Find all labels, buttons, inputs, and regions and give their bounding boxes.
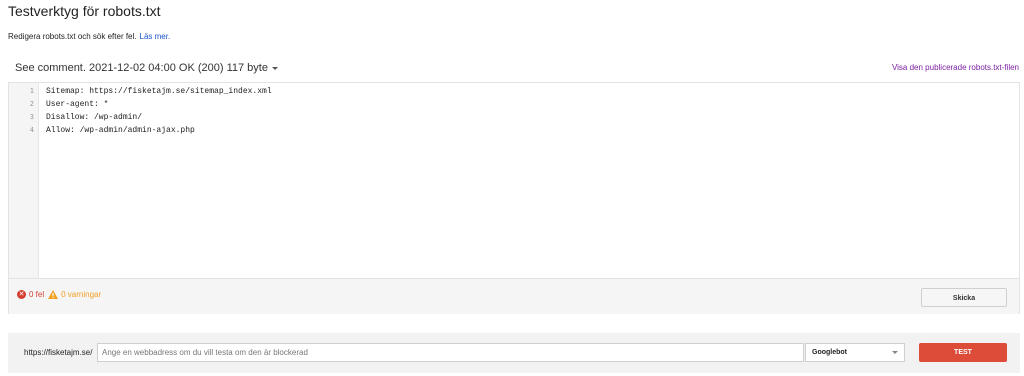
page-title: Testverktyg för robots.txt — [8, 3, 161, 19]
page-subtitle: Redigera robots.txt och sök efter fel. Lä… — [8, 32, 170, 41]
robots-editor[interactable]: 1 2 3 4 Sitemap: https://fisketajm.se/si… — [8, 82, 1020, 314]
line-number: 3 — [29, 113, 34, 121]
error-count: 0 fel — [29, 290, 45, 299]
submit-button[interactable]: Skicka — [921, 288, 1007, 307]
line-number-gutter: 1 2 3 4 — [9, 83, 39, 278]
warning-triangle-icon — [48, 290, 59, 299]
code-line[interactable]: Allow: /wp-admin/admin-ajax.php — [46, 126, 195, 135]
url-prefix: https://fisketajm.se/ — [24, 348, 93, 357]
test-url-bar: https://fisketajm.se/ Googlebot TEST — [8, 333, 1020, 373]
test-button[interactable]: TEST — [919, 343, 1007, 362]
chevron-down-icon — [271, 66, 278, 70]
test-url-input[interactable] — [97, 343, 804, 362]
chevron-down-icon — [892, 351, 898, 354]
selected-bot: Googlebot — [812, 349, 847, 356]
error-circle-icon: ✕ — [17, 290, 26, 299]
version-label: See comment. 2021-12-02 04:00 OK (200) 1… — [15, 62, 268, 74]
line-number: 2 — [29, 100, 34, 108]
code-line[interactable]: Sitemap: https://fisketajm.se/sitemap_in… — [46, 87, 272, 96]
code-line[interactable]: Disallow: /wp-admin/ — [46, 113, 142, 122]
line-number: 4 — [29, 126, 34, 134]
learn-more-link[interactable]: Läs mer. — [140, 32, 171, 41]
view-published-robots-link[interactable]: Visa den publicerade robots.txt-filen — [892, 63, 1019, 72]
line-number: 1 — [29, 87, 34, 95]
code-line[interactable]: User-agent: * — [46, 100, 108, 109]
user-agent-select[interactable]: Googlebot — [805, 343, 905, 362]
warning-count: 0 varningar — [61, 290, 102, 299]
validation-status: ✕ 0 fel 0 varningar — [17, 290, 101, 299]
subtitle-text: Redigera robots.txt och sök efter fel. — [8, 32, 137, 41]
version-selector[interactable]: See comment. 2021-12-02 04:00 OK (200) 1… — [15, 62, 278, 74]
status-bar: ✕ 0 fel 0 varningar Skicka — [9, 278, 1019, 314]
